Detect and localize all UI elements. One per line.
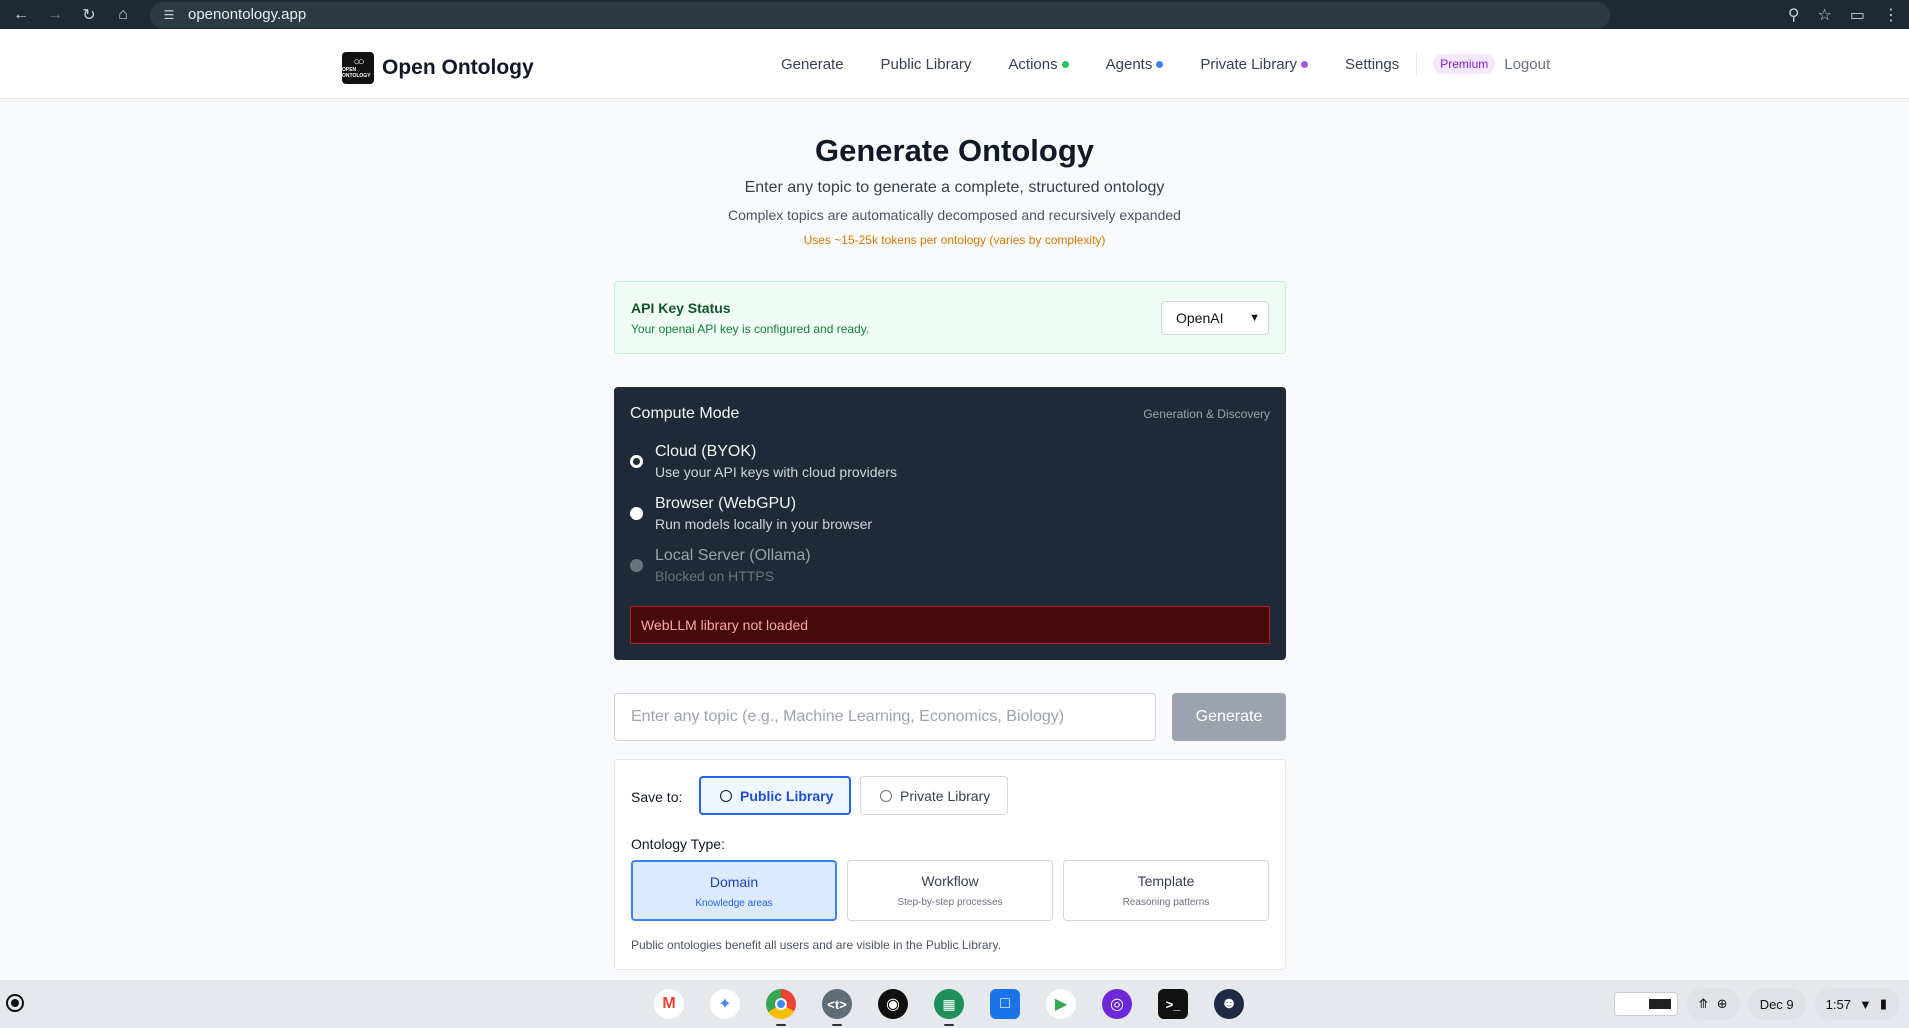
url-text: openontology.app bbox=[188, 6, 307, 23]
launcher-icon[interactable] bbox=[6, 994, 24, 1012]
wifi-icon: ▼ bbox=[1858, 996, 1872, 1012]
chevron-down-icon: ▼ bbox=[1249, 312, 1260, 324]
page-subtitle: Enter any topic to generate a complete, … bbox=[744, 179, 1165, 196]
ontology-type-label: Ontology Type: bbox=[631, 836, 725, 852]
webllm-error-message: WebLLM library not loaded bbox=[630, 606, 1270, 644]
nav-public-library[interactable]: Public Library bbox=[881, 56, 972, 73]
radio-browser[interactable] bbox=[630, 507, 643, 520]
chrome-icon[interactable] bbox=[762, 986, 800, 1026]
generate-button[interactable]: Generate bbox=[1172, 693, 1286, 741]
logo-icon: ○○ OPEN ONTOLOGY bbox=[342, 52, 374, 84]
status-dot bbox=[1301, 60, 1309, 68]
spiral-icon[interactable]: ◎ bbox=[1098, 986, 1136, 1022]
files-icon[interactable]: □ bbox=[986, 986, 1024, 1022]
nav-actions[interactable]: Actions bbox=[1008, 56, 1069, 73]
shelf-apps: M ✦ <t> ◉ ▦ □ ▶ ◎ >_ ☻ bbox=[650, 986, 1248, 1026]
save-public-library-button[interactable]: Public Library bbox=[699, 776, 851, 815]
type-domain-card[interactable]: Domain Knowledge areas bbox=[631, 860, 837, 921]
visibility-note: Public ontologies benefit all users and … bbox=[631, 938, 1001, 952]
type-template-card[interactable]: Template Reasoning patterns bbox=[1063, 860, 1269, 921]
cat-icon[interactable]: ☻ bbox=[1210, 986, 1248, 1022]
gmail-icon[interactable]: M bbox=[650, 986, 688, 1022]
terminal-t-icon[interactable]: <t> bbox=[818, 986, 856, 1026]
save-to-label: Save to: bbox=[631, 789, 683, 805]
gemini-icon[interactable]: ✦ bbox=[706, 986, 744, 1022]
forward-arrow-icon[interactable]: → bbox=[42, 2, 68, 28]
brand-name: Open Ontology bbox=[382, 56, 534, 79]
main-nav: Generate Public Library Actions Agents P… bbox=[781, 29, 1550, 99]
logout-link[interactable]: Logout bbox=[1504, 56, 1550, 73]
provider-select[interactable]: OpenAI ▼ bbox=[1161, 301, 1269, 335]
brand[interactable]: ○○ OPEN ONTOLOGY Open Ontology bbox=[342, 52, 534, 84]
radio-circle-icon bbox=[720, 789, 732, 802]
play-store-icon[interactable]: ▶ bbox=[1042, 986, 1080, 1022]
radio-circle-icon bbox=[880, 789, 892, 802]
page-description: Complex topics are automatically decompo… bbox=[728, 207, 1181, 223]
save-private-library-button[interactable]: Private Library bbox=[860, 776, 1008, 815]
nav-settings[interactable]: Settings bbox=[1345, 56, 1399, 73]
compute-mode-panel: Compute Mode Generation & Discovery Clou… bbox=[614, 387, 1286, 660]
generation-options-panel: Save to: Public Library Private Library … bbox=[614, 759, 1286, 970]
api-key-status-card: API Key Status Your openai API key is co… bbox=[614, 281, 1286, 354]
page-title: Generate Ontology bbox=[814, 133, 1095, 168]
battery-icon: ▮ bbox=[1879, 996, 1887, 1011]
back-arrow-icon[interactable]: ← bbox=[8, 2, 34, 28]
date-pill[interactable]: Dec 9 bbox=[1747, 988, 1806, 1020]
terminal-icon[interactable]: >_ bbox=[1154, 986, 1192, 1022]
api-status-message: Your openai API key is configured and re… bbox=[631, 322, 870, 336]
podcast-icon[interactable]: ◉ bbox=[874, 986, 912, 1022]
browser-toolbar: ← → ↻ ⌂ ☰ openontology.app ⚲ ☆ ▭ ⋮ bbox=[0, 0, 1909, 29]
apps-grid-icon[interactable]: ▦ bbox=[930, 986, 968, 1026]
site-settings-icon[interactable]: ☰ bbox=[160, 6, 178, 24]
add-icon[interactable]: ⊕ bbox=[1717, 996, 1728, 1012]
address-bar[interactable]: ☰ openontology.app bbox=[150, 1, 1610, 28]
compute-option-local-server: Local Server (Ollama) Blocked on HTTPS bbox=[630, 547, 811, 584]
nav-divider bbox=[1416, 53, 1418, 75]
os-shelf: M ✦ <t> ◉ ▦ □ ▶ ◎ >_ ☻ ⤊ ⊕ Dec 9 1:57 ▼ … bbox=[0, 980, 1909, 1028]
radio-cloud[interactable] bbox=[630, 455, 643, 468]
compute-option-cloud[interactable]: Cloud (BYOK) Use your API keys with clou… bbox=[630, 443, 897, 480]
upload-icon[interactable]: ⤊ bbox=[1698, 996, 1709, 1012]
reload-icon[interactable]: ↻ bbox=[76, 2, 102, 28]
bookmark-star-icon[interactable]: ☆ bbox=[1818, 5, 1832, 25]
app-header: ○○ OPEN ONTOLOGY Open Ontology Generate … bbox=[0, 29, 1909, 99]
home-icon[interactable]: ⌂ bbox=[110, 2, 136, 28]
topic-input[interactable] bbox=[614, 693, 1156, 741]
compute-mode-tag: Generation & Discovery bbox=[1143, 407, 1270, 421]
status-area[interactable]: 1:57 ▼ ▮ bbox=[1813, 988, 1899, 1020]
tray-controls[interactable]: ⤊ ⊕ bbox=[1685, 988, 1740, 1020]
type-workflow-card[interactable]: Workflow Step-by-step processes bbox=[847, 860, 1053, 921]
screen-thumbnail[interactable] bbox=[1613, 992, 1678, 1016]
premium-badge: Premium bbox=[1433, 54, 1496, 74]
nav-agents[interactable]: Agents bbox=[1106, 56, 1164, 73]
password-key-icon[interactable]: ⚲ bbox=[1788, 5, 1800, 25]
nav-generate[interactable]: Generate bbox=[781, 56, 844, 73]
compute-option-browser[interactable]: Browser (WebGPU) Run models locally in y… bbox=[630, 495, 872, 532]
status-dot bbox=[1156, 60, 1164, 68]
nav-private-library[interactable]: Private Library bbox=[1200, 56, 1309, 73]
compute-mode-title: Compute Mode bbox=[630, 405, 740, 422]
api-status-title: API Key Status bbox=[631, 300, 731, 316]
system-tray: ⤊ ⊕ Dec 9 1:57 ▼ ▮ bbox=[1613, 988, 1899, 1020]
status-dot bbox=[1061, 60, 1069, 68]
radio-local-server bbox=[630, 559, 643, 572]
extensions-icon[interactable]: ▭ bbox=[1850, 5, 1865, 25]
menu-dots-icon[interactable]: ⋮ bbox=[1883, 5, 1899, 25]
token-usage-note: Uses ~15-25k tokens per ontology (varies… bbox=[803, 233, 1106, 247]
